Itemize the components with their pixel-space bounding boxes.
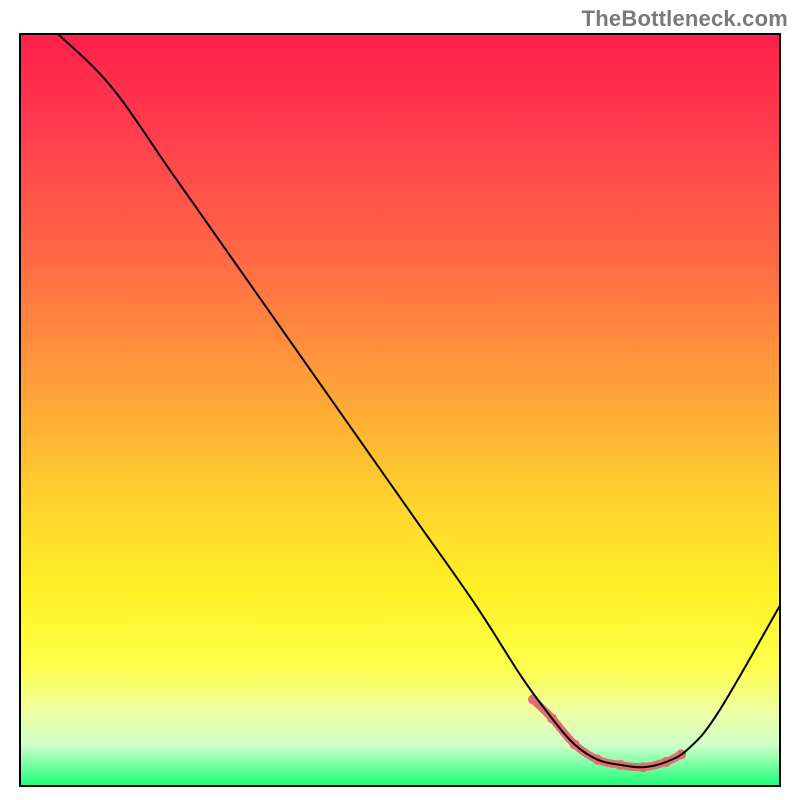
watermark-text: TheBottleneck.com [582, 6, 788, 32]
chart-container: TheBottleneck.com [0, 0, 800, 800]
chart-svg [0, 0, 800, 800]
chart-background [20, 34, 780, 786]
